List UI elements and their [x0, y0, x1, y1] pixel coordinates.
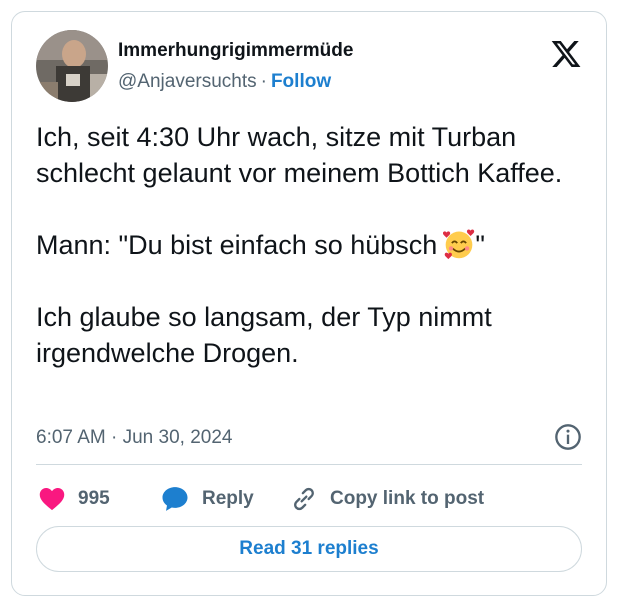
follow-button[interactable]: Follow [271, 71, 331, 92]
tweet-timestamp[interactable]: 6:07 AM · Jun 30, 2024 [36, 427, 232, 449]
copy-link-label: Copy link to post [330, 488, 485, 509]
tweet-paragraph-2: Mann: "Du bist einfach so hübsch " [36, 227, 596, 263]
copy-link-button[interactable]: Copy link to post [290, 482, 484, 516]
heart-icon [39, 488, 65, 511]
smiling-face-with-hearts-icon [443, 229, 475, 260]
author-handle-row: @Anjaversuchts · Follow [118, 71, 331, 93]
link-icon [294, 487, 314, 511]
x-logo-icon[interactable] [550, 38, 582, 70]
like-count: 995 [78, 488, 110, 509]
author-display-name[interactable]: Immerhungrigimmermüde [118, 40, 353, 62]
tweet-paragraph-1: Ich, seit 4:30 Uhr wach, sitze mit Turba… [36, 122, 563, 188]
tweet-paragraph-2-text: Mann: "Du bist einfach so hübsch [36, 230, 438, 260]
tweet-card: Immerhungrigimmermüde @Anjaversuchts · Fol… [11, 11, 607, 596]
read-replies-button[interactable]: Read 31 replies [36, 526, 582, 572]
avatar[interactable] [36, 30, 108, 102]
action-bar: 995 Reply Copy link to post [36, 482, 582, 516]
divider [36, 464, 582, 465]
tweet-text: Ich, seit 4:30 Uhr wach, sitze mit Turba… [36, 119, 596, 371]
separator-dot: · [260, 71, 267, 92]
info-icon[interactable] [554, 423, 582, 451]
reply-label: Reply [202, 488, 254, 509]
speech-bubble-icon [162, 487, 188, 511]
reply-button[interactable]: Reply [160, 482, 254, 516]
author-handle[interactable]: @Anjaversuchts [118, 71, 257, 92]
tweet-paragraph-3: Ich glaube so langsam, der Typ nimmt irg… [36, 302, 500, 368]
tweet-paragraph-2-end: " [475, 230, 485, 260]
like-button[interactable]: 995 [38, 482, 110, 516]
